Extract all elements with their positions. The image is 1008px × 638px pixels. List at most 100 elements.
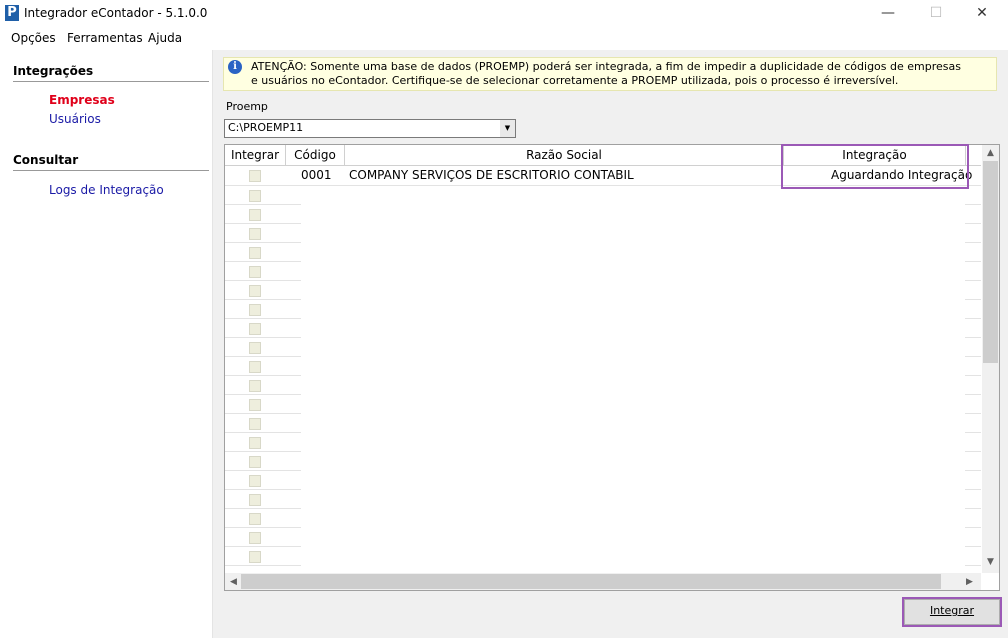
- row-divider: [225, 261, 301, 262]
- horizontal-scroll-thumb[interactable]: [241, 574, 941, 589]
- row-divider: [965, 337, 981, 338]
- row-divider: [965, 470, 981, 471]
- empty-checkbox: [249, 266, 261, 278]
- row-divider: [965, 223, 981, 224]
- row-divider: [965, 261, 981, 262]
- vertical-scrollbar[interactable]: ▲ ▼: [982, 145, 999, 573]
- companies-grid: Integrar Código Razão Social Integração …: [224, 144, 1000, 591]
- row-divider: [965, 242, 981, 243]
- row-divider: [225, 470, 301, 471]
- empty-checkbox: [249, 190, 261, 202]
- proemp-value: C:\PROEMP11: [228, 121, 304, 134]
- maximize-button[interactable]: ☐: [914, 2, 958, 24]
- row-divider: [965, 394, 981, 395]
- row-divider: [225, 242, 301, 243]
- horizontal-scrollbar[interactable]: ◀ ▶: [225, 573, 981, 590]
- row-divider: [225, 432, 301, 433]
- row-divider: [225, 508, 301, 509]
- integracao-column-highlight: [781, 144, 969, 189]
- row-divider: [225, 280, 301, 281]
- sidebar-item-logs[interactable]: Logs de Integração: [49, 183, 164, 197]
- row-divider: [225, 356, 301, 357]
- row-divider: [225, 204, 301, 205]
- info-icon: i: [228, 60, 242, 74]
- row-divider: [965, 565, 981, 566]
- empty-checkbox: [249, 513, 261, 525]
- row-divider: [225, 337, 301, 338]
- column-header-codigo[interactable]: Código: [286, 145, 345, 165]
- row-divider: [225, 375, 301, 376]
- warning-text: ATENÇÃO: Somente uma base de dados (PROE…: [251, 60, 961, 87]
- empty-checkbox: [249, 323, 261, 335]
- row-divider: [225, 413, 301, 414]
- chevron-down-icon[interactable]: ▼: [500, 120, 515, 137]
- empty-checkbox: [249, 228, 261, 240]
- app-logo-icon: P: [5, 5, 19, 21]
- menu-opcoes[interactable]: Opções: [11, 31, 56, 45]
- row-divider: [965, 546, 981, 547]
- row-divider: [225, 489, 301, 490]
- close-button[interactable]: ✕: [960, 2, 1004, 24]
- row-divider: [965, 280, 981, 281]
- scroll-right-icon[interactable]: ▶: [961, 574, 978, 590]
- row-divider: [225, 394, 301, 395]
- integrar-button-highlight: [902, 597, 1002, 627]
- divider: [13, 81, 209, 82]
- divider: [13, 170, 209, 171]
- row-divider: [965, 527, 981, 528]
- row-divider: [225, 451, 301, 452]
- proemp-label: Proemp: [226, 100, 268, 113]
- empty-checkbox: [249, 475, 261, 487]
- empty-checkbox: [249, 456, 261, 468]
- minimize-button[interactable]: —: [866, 2, 910, 24]
- scroll-down-icon[interactable]: ▼: [982, 554, 999, 570]
- row-divider: [965, 299, 981, 300]
- row-divider: [225, 318, 301, 319]
- empty-checkbox: [249, 437, 261, 449]
- scroll-up-icon[interactable]: ▲: [982, 145, 999, 161]
- scroll-left-icon[interactable]: ◀: [225, 574, 242, 590]
- integrar-checkbox[interactable]: [249, 170, 261, 182]
- row-divider: [965, 432, 981, 433]
- row-divider: [965, 318, 981, 319]
- empty-checkbox: [249, 247, 261, 259]
- empty-checkbox: [249, 285, 261, 297]
- column-header-integrar[interactable]: Integrar: [225, 145, 286, 165]
- empty-checkbox: [249, 551, 261, 563]
- row-divider: [965, 489, 981, 490]
- menu-ajuda[interactable]: Ajuda: [148, 31, 182, 45]
- menu-ferramentas[interactable]: Ferramentas: [67, 31, 143, 45]
- row-divider: [225, 223, 301, 224]
- empty-checkbox: [249, 532, 261, 544]
- row-divider: [965, 413, 981, 414]
- empty-checkbox: [249, 494, 261, 506]
- empty-checkbox: [249, 380, 261, 392]
- window-title: Integrador eContador - 5.1.0.0: [24, 6, 208, 20]
- section-consultar-title: Consultar: [13, 153, 79, 167]
- sidebar: Integrações Empresas Usuários Consultar …: [0, 50, 213, 638]
- row-divider: [965, 508, 981, 509]
- empty-checkbox: [249, 418, 261, 430]
- cell-codigo: 0001: [301, 168, 332, 182]
- row-divider: [965, 375, 981, 376]
- empty-checkbox: [249, 304, 261, 316]
- row-divider: [965, 204, 981, 205]
- row-divider: [965, 356, 981, 357]
- section-integracoes-title: Integrações: [13, 64, 94, 78]
- warning-banner: i ATENÇÃO: Somente uma base de dados (PR…: [223, 57, 997, 91]
- empty-checkbox: [249, 399, 261, 411]
- column-header-razao-social[interactable]: Razão Social: [345, 145, 784, 165]
- empty-checkbox: [249, 342, 261, 354]
- main-panel: i ATENÇÃO: Somente uma base de dados (PR…: [213, 50, 1008, 638]
- proemp-select[interactable]: C:\PROEMP11 ▼: [224, 119, 516, 138]
- row-divider: [225, 565, 301, 566]
- cell-razao-social: COMPANY SERVIÇOS DE ESCRITORIO CONTABIL: [349, 168, 634, 182]
- empty-checkbox: [249, 209, 261, 221]
- title-bar: P Integrador eContador - 5.1.0.0 — ☐ ✕: [0, 0, 1008, 29]
- empty-checkbox: [249, 361, 261, 373]
- vertical-scroll-thumb[interactable]: [983, 161, 998, 363]
- sidebar-item-empresas[interactable]: Empresas: [49, 93, 115, 107]
- menu-bar: Opções Ferramentas Ajuda: [0, 28, 1008, 50]
- row-divider: [225, 546, 301, 547]
- sidebar-item-usuarios[interactable]: Usuários: [49, 112, 101, 126]
